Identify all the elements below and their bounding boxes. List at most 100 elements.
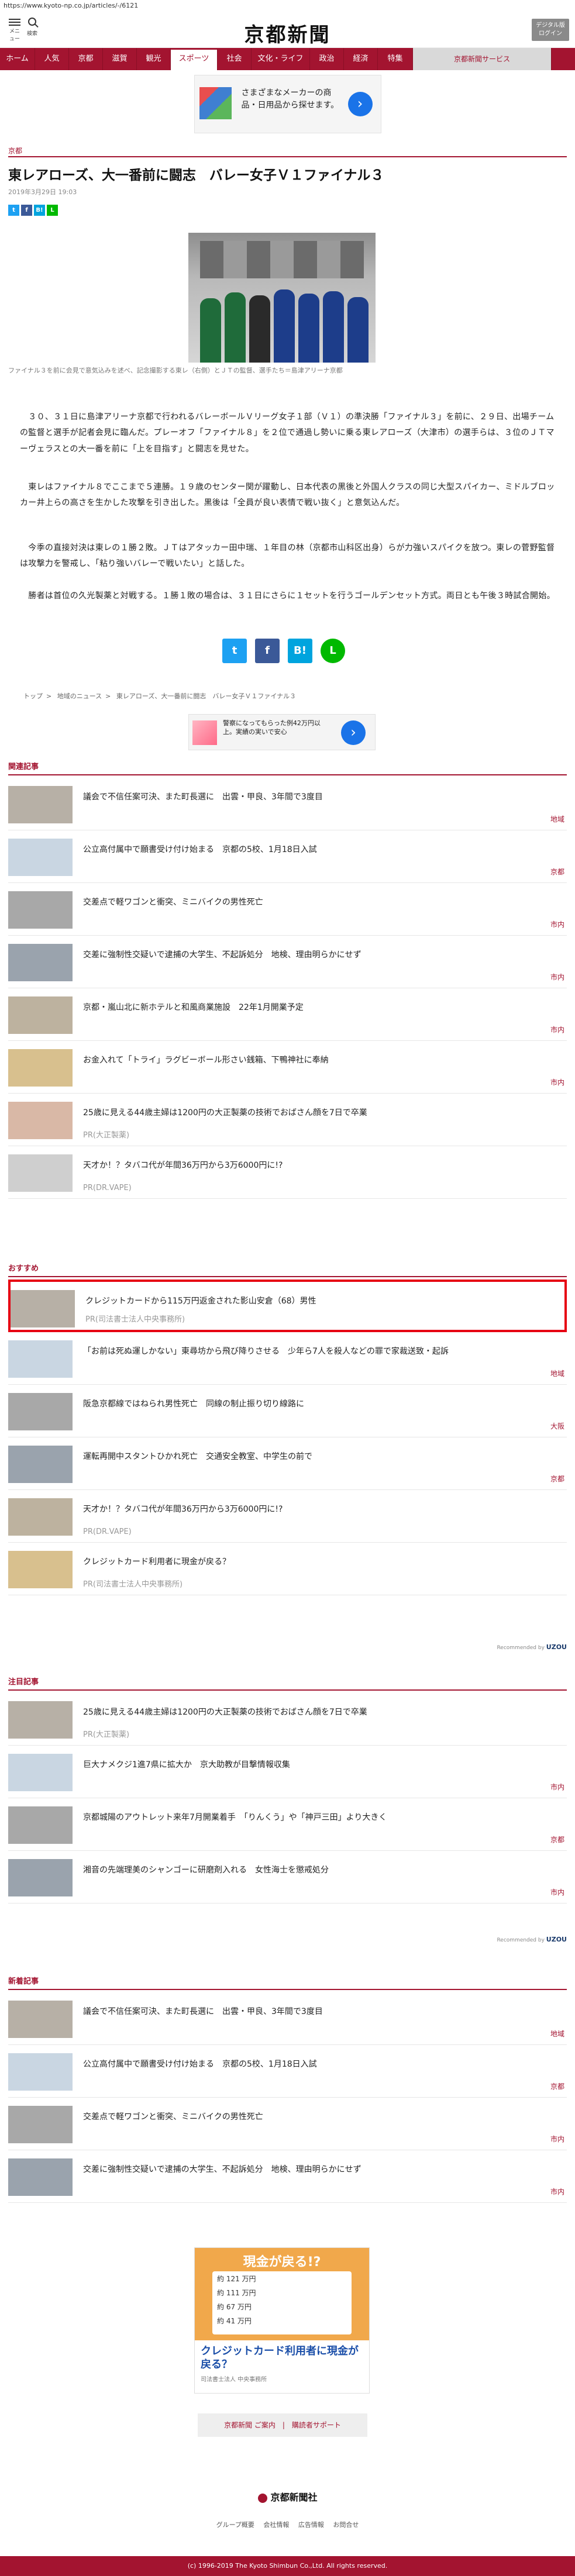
article-link-title[interactable]: 公立高付属中で願書受け付け始まる 京都の5校、1月18日入試 <box>83 2058 561 2070</box>
list-item[interactable]: 公立高付属中で願書受け付け始まる 京都の5校、1月18日入試京都 <box>8 830 567 883</box>
article-category-tag[interactable]: 大阪 <box>550 1421 564 1431</box>
article-link-title[interactable]: 巨大ナメクジ1進7県に拡大か 京大助教が目撃情報収集 <box>83 1758 561 1770</box>
article-category-tag[interactable]: 市内 <box>550 1025 564 1034</box>
article-category-tag[interactable]: 地域 <box>550 2029 564 2039</box>
article-link-title[interactable]: 議会で不信任案可決、また町長選に 出雲・甲良、3年間で3度目 <box>83 791 561 802</box>
list-item[interactable]: 天才か！？タバコ代が年間36万円から3万6000円に!? PR(DR.VAPE) <box>8 1146 567 1199</box>
article-link-title[interactable]: 25歳に見える44歳主婦は1200円の大正製薬の技術でおばさん顔を7日で卒業 <box>83 1706 561 1718</box>
article-category-tag[interactable]: 地域 <box>550 1368 564 1378</box>
article-link-title[interactable]: 京都・嵐山北に新ホテルと和風商業施設 22年1月開業予定 <box>83 1001 561 1013</box>
list-item[interactable]: 交差点で軽ワゴンと衝突、ミニバイクの男性死亡市内 <box>8 2098 567 2150</box>
footer-logo[interactable]: 京都新聞社 <box>257 2489 318 2503</box>
nav-features[interactable]: 特集 <box>378 48 413 70</box>
nav-society[interactable]: 社会 <box>218 48 252 70</box>
list-item[interactable]: 25歳に見える44歳主婦は1200円の大正製薬の技術でおばさん顔を7日で卒業 PR… <box>8 1693 567 1746</box>
line-icon[interactable]: L <box>47 205 58 216</box>
footer-link[interactable]: 広告情報 <box>298 2521 324 2529</box>
list-item[interactable]: 交差に強制性交疑いで逮捕の大学生、不起訴処分 地検、理由明らかにせず市内 <box>8 936 567 988</box>
facebook-icon[interactable]: f <box>21 205 32 216</box>
article-category-tag[interactable]: 京都 <box>550 1834 564 1844</box>
line-icon[interactable]: L <box>321 639 345 663</box>
article-category-tag[interactable]: 市内 <box>550 2187 564 2196</box>
list-item[interactable]: クレジットカード利用者に現金が戻る？ PR(司法書士法人中央事務所) <box>8 1543 567 1595</box>
nav-kyoto[interactable]: 京都 <box>69 48 103 70</box>
article-link-title[interactable]: クレジットカード利用者に現金が戻る？ <box>83 1556 561 1567</box>
breadcrumb-local[interactable]: 地域のニュース <box>57 692 102 700</box>
small-ad-banner[interactable]: 警察になってもらった例42万円以上。実績の実いで安心 › <box>188 714 376 750</box>
list-item[interactable]: 天才か！？タバコ代が年間36万円から3万6000円に!? PR(DR.VAPE) <box>8 1490 567 1543</box>
list-item[interactable]: 交差点で軽ワゴンと衝突、ミニバイクの男性死亡市内 <box>8 883 567 936</box>
hatena-icon[interactable]: B! <box>34 205 45 216</box>
list-item[interactable]: 議会で不信任案可決、また町長選に 出雲・甲良、3年間で3度目地域 <box>8 778 567 830</box>
bottom-ad-banner[interactable]: 現金が戻る!? 約 121 万円 約 111 万円 約 67 万円 約 41 万… <box>194 2247 370 2394</box>
article-category[interactable]: 京都 <box>8 146 22 156</box>
list-item[interactable]: 運転再開中スタントひかれ死亡 交通安全教室、中学生の前で京都 <box>8 1437 567 1490</box>
top-ad-banner[interactable]: さまざまなメーカーの商品・日用品から探せます。 › <box>194 75 381 133</box>
article-link-title[interactable]: 交差に強制性交疑いで逮捕の大学生、不起訴処分 地検、理由明らかにせず <box>83 949 561 960</box>
article-category-tag[interactable]: 地域 <box>550 814 564 824</box>
article-category-tag[interactable]: 市内 <box>550 1782 564 1792</box>
article-link-title[interactable]: 交差点で軽ワゴンと衝突、ミニバイクの男性死亡 <box>83 896 561 908</box>
article-link-title[interactable]: 25歳に見える44歳主婦は1200円の大正製薬の技術でおばさん顔を7日で卒業 <box>83 1106 561 1118</box>
nav-culture[interactable]: 文化・ライフ <box>252 48 310 70</box>
article-category-tag[interactable]: 市内 <box>550 919 564 929</box>
footer-links-box[interactable]: 京都新聞 ご案内 | 購読者サポート <box>198 2413 367 2437</box>
arrow-right-icon[interactable]: › <box>347 92 373 116</box>
nav-shiga[interactable]: 滋賀 <box>103 48 137 70</box>
article-link-title[interactable]: 公立高付属中で願書受け付け始まる 京都の5校、1月18日入試 <box>83 843 561 855</box>
nav-tourism[interactable]: 観光 <box>137 48 171 70</box>
article-category-tag[interactable]: 市内 <box>550 2134 564 2144</box>
article-link-title[interactable]: クレジットカードから115万円返金された影山安倉（68）男性 <box>85 1295 559 1306</box>
list-item[interactable]: 湘音の先端理美のシャンゴーに研磨剤入れる 女性海士を懲戒処分市内 <box>8 1851 567 1903</box>
arrow-right-icon[interactable]: › <box>341 720 366 745</box>
article-category-tag[interactable]: 京都 <box>550 867 564 877</box>
twitter-icon[interactable]: t <box>8 205 19 216</box>
article-category-tag[interactable]: 市内 <box>550 1077 564 1087</box>
article-link-title[interactable]: 天才か！？タバコ代が年間36万円から3万6000円に!? <box>83 1503 561 1515</box>
menu-button[interactable]: メニュー <box>8 16 21 42</box>
site-logo[interactable]: 京都新聞 <box>245 19 331 47</box>
uzou-logo[interactable]: UZOU <box>546 1643 567 1651</box>
list-item[interactable]: 議会で不信任案可決、また町長選に 出雲・甲良、3年間で3度目地域 <box>8 1992 567 2045</box>
nav-service[interactable]: 京都新聞サービス <box>413 48 552 70</box>
article-link-title[interactable]: 阪急京都線ではねられ男性死亡 同線の制止振り切り線路に <box>83 1398 561 1409</box>
article-category-tag[interactable]: 市内 <box>550 972 564 982</box>
list-item[interactable]: お金入れて「トライ」ラグビーボール形さい銭箱、下鴨神社に奉納市内 <box>8 1041 567 1094</box>
article-category-tag[interactable]: 市内 <box>550 1887 564 1897</box>
nav-sports[interactable]: スポーツ <box>171 48 218 70</box>
article-link-title[interactable]: 湘音の先端理美のシャンゴーに研磨剤入れる 女性海士を懲戒処分 <box>83 1864 561 1875</box>
article-category-tag[interactable]: 京都 <box>550 2081 564 2091</box>
article-category-tag[interactable]: 京都 <box>550 1474 564 1484</box>
list-item[interactable]: 京都城陽のアウトレット来年7月開業着手 「りんくう」や「神戸三田」より大きく京都 <box>8 1798 567 1851</box>
list-item[interactable]: 25歳に見える44歳主婦は1200円の大正製薬の技術でおばさん顔を7日で卒業 PR… <box>8 1094 567 1146</box>
list-item[interactable]: 京都・嵐山北に新ホテルと和風商業施設 22年1月開業予定市内 <box>8 988 567 1041</box>
list-item[interactable]: 阪急京都線ではねられ男性死亡 同線の制止振り切り線路に大阪 <box>8 1385 567 1437</box>
facebook-icon[interactable]: f <box>255 639 280 663</box>
list-item[interactable]: 公立高付属中で願書受け付け始まる 京都の5校、1月18日入試京都 <box>8 2045 567 2098</box>
nav-popular[interactable]: 人気 <box>35 48 69 70</box>
list-item[interactable]: クレジットカードから115万円返金された影山安倉（68）男性 PR(司法書士法人中… <box>8 1280 567 1332</box>
nav-politics[interactable]: 政治 <box>310 48 344 70</box>
article-link-title[interactable]: 議会で不信任案可決、また町長選に 出雲・甲良、3年間で3度目 <box>83 2005 561 2017</box>
search-button[interactable]: 検索 <box>26 16 39 37</box>
article-link-title[interactable]: 「お前は死ぬ運しかない」東尋坊から飛び降りさせる 少年ら7人を殺人などの罪で家裁… <box>83 1345 561 1357</box>
twitter-icon[interactable]: t <box>222 639 247 663</box>
list-item[interactable]: 「お前は死ぬ運しかない」東尋坊から飛び降りさせる 少年ら7人を殺人などの罪で家裁… <box>8 1332 567 1385</box>
list-item[interactable]: 交差に強制性交疑いで逮捕の大学生、不起訴処分 地検、理由明らかにせず市内 <box>8 2150 567 2203</box>
article-link-title[interactable]: 交差点で軽ワゴンと衝突、ミニバイクの男性死亡 <box>83 2111 561 2122</box>
list-item[interactable]: 巨大ナメクジ1進7県に拡大か 京大助教が目撃情報収集市内 <box>8 1746 567 1798</box>
article-link-title[interactable]: 運転再開中スタントひかれ死亡 交通安全教室、中学生の前で <box>83 1450 561 1462</box>
article-link-title[interactable]: 京都城陽のアウトレット来年7月開業着手 「りんくう」や「神戸三田」より大きく <box>83 1811 561 1823</box>
footer-link[interactable]: グループ概要 <box>216 2521 254 2529</box>
footer-link[interactable]: お問合せ <box>333 2521 359 2529</box>
nav-economy[interactable]: 経済 <box>344 48 378 70</box>
nav-home[interactable]: ホーム <box>0 48 35 70</box>
hatena-icon[interactable]: B! <box>288 639 312 663</box>
article-link-title[interactable]: 交差に強制性交疑いで逮捕の大学生、不起訴処分 地検、理由明らかにせず <box>83 2163 561 2175</box>
breadcrumb-top[interactable]: トップ <box>23 692 43 700</box>
article-link-title[interactable]: お金入れて「トライ」ラグビーボール形さい銭箱、下鴨神社に奉納 <box>83 1054 561 1065</box>
uzou-logo[interactable]: UZOU <box>546 1936 567 1943</box>
digital-login-button[interactable]: デジタル版 ログイン <box>532 19 569 41</box>
article-link-title[interactable]: 天才か！？タバコ代が年間36万円から3万6000円に!? <box>83 1159 561 1171</box>
footer-link[interactable]: 会社情報 <box>263 2521 289 2529</box>
